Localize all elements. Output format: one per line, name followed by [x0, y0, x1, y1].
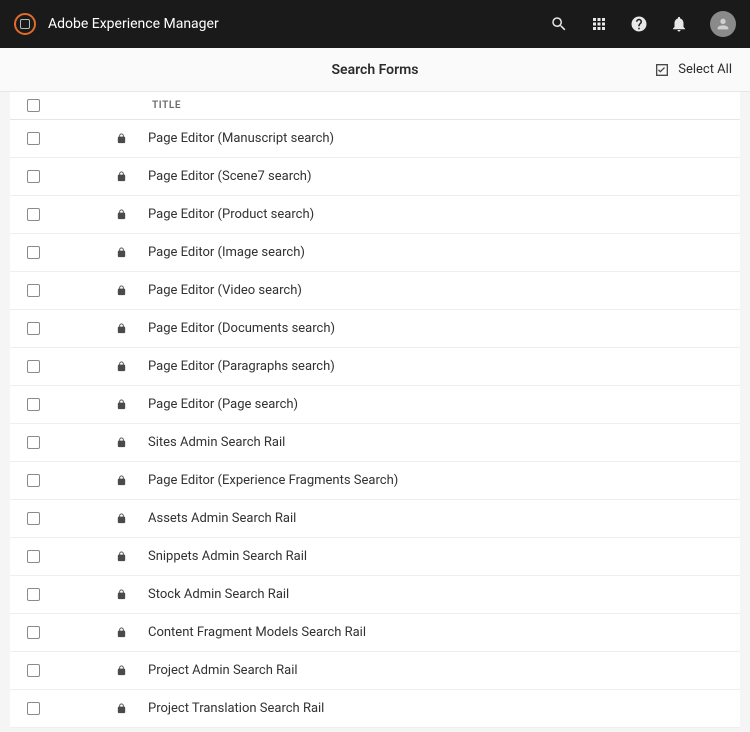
- lock-icon: [116, 247, 127, 258]
- row-title: Page Editor (Image search): [148, 245, 305, 260]
- search-icon[interactable]: [550, 15, 568, 33]
- table-row[interactable]: Project Admin Search Rail: [10, 652, 740, 690]
- select-all-button[interactable]: Select All: [654, 62, 732, 78]
- user-avatar-icon[interactable]: [710, 11, 736, 37]
- row-title: Page Editor (Experience Fragments Search…: [148, 473, 398, 488]
- lock-icon: [116, 209, 127, 220]
- table-row[interactable]: Page Editor (Documents search): [10, 310, 740, 348]
- row-checkbox[interactable]: [27, 474, 40, 487]
- header-checkbox[interactable]: [27, 99, 40, 112]
- row-title: Page Editor (Manuscript search): [148, 131, 334, 146]
- row-title: Assets Admin Search Rail: [148, 511, 296, 526]
- lock-icon: [116, 285, 127, 296]
- table-row[interactable]: Page Editor (Page search): [10, 386, 740, 424]
- help-icon[interactable]: [630, 15, 648, 33]
- lock-icon: [116, 133, 127, 144]
- lock-icon: [116, 665, 127, 676]
- row-title: Page Editor (Paragraphs search): [148, 359, 335, 374]
- row-checkbox[interactable]: [27, 284, 40, 297]
- app-name: Adobe Experience Manager: [48, 16, 219, 32]
- bell-icon[interactable]: [670, 15, 688, 33]
- row-title: Content Fragment Models Search Rail: [148, 625, 366, 640]
- row-checkbox[interactable]: [27, 170, 40, 183]
- table-row[interactable]: Snippets Admin Search Rail: [10, 538, 740, 576]
- lock-icon: [116, 323, 127, 334]
- table-row[interactable]: Page Editor (Paragraphs search): [10, 348, 740, 386]
- table-row[interactable]: Stock Admin Search Rail: [10, 576, 740, 614]
- row-title: Sites Admin Search Rail: [148, 435, 285, 450]
- row-checkbox[interactable]: [27, 550, 40, 563]
- row-title: Project Admin Search Rail: [148, 663, 298, 678]
- table-row[interactable]: Sites Admin Search Rail: [10, 424, 740, 462]
- row-checkbox[interactable]: [27, 208, 40, 221]
- row-checkbox[interactable]: [27, 512, 40, 525]
- row-title: Snippets Admin Search Rail: [148, 549, 307, 564]
- lock-icon: [116, 551, 127, 562]
- table-row[interactable]: Page Editor (Manuscript search): [10, 120, 740, 158]
- lock-icon: [116, 437, 127, 448]
- table-row[interactable]: Page Editor (Video search): [10, 272, 740, 310]
- lock-icon: [116, 627, 127, 638]
- topbar-actions: [550, 11, 736, 37]
- column-header-title: Title: [152, 100, 740, 111]
- global-topbar: Adobe Experience Manager: [0, 0, 750, 48]
- table-row[interactable]: Project Translation Search Rail: [10, 690, 740, 728]
- column-header-checkbox-cell: [10, 99, 56, 112]
- row-title: Page Editor (Page search): [148, 397, 298, 412]
- lock-icon: [116, 589, 127, 600]
- page-subbar: Search Forms Select All: [0, 48, 750, 92]
- lock-icon: [116, 513, 127, 524]
- table-row[interactable]: Page Editor (Scene7 search): [10, 158, 740, 196]
- select-all-label: Select All: [678, 62, 732, 77]
- row-checkbox[interactable]: [27, 360, 40, 373]
- lock-icon: [116, 475, 127, 486]
- row-checkbox[interactable]: [27, 246, 40, 259]
- row-title: Page Editor (Documents search): [148, 321, 335, 336]
- page-title: Search Forms: [332, 62, 419, 78]
- row-checkbox[interactable]: [27, 664, 40, 677]
- table-row[interactable]: Content Fragment Models Search Rail: [10, 614, 740, 652]
- rows-list: Page Editor (Manuscript search) Page Edit…: [10, 120, 740, 728]
- apps-grid-icon[interactable]: [590, 15, 608, 33]
- row-title: Page Editor (Video search): [148, 283, 302, 298]
- lock-icon: [116, 703, 127, 714]
- row-title: Stock Admin Search Rail: [148, 587, 289, 602]
- aem-logo-icon[interactable]: [14, 13, 36, 35]
- row-checkbox[interactable]: [27, 588, 40, 601]
- row-checkbox[interactable]: [27, 132, 40, 145]
- row-checkbox[interactable]: [27, 398, 40, 411]
- row-checkbox[interactable]: [27, 702, 40, 715]
- lock-icon: [116, 361, 127, 372]
- row-checkbox[interactable]: [27, 436, 40, 449]
- lock-icon: [116, 399, 127, 410]
- row-checkbox[interactable]: [27, 322, 40, 335]
- select-all-icon: [654, 62, 670, 78]
- column-header-row: Title: [10, 92, 740, 120]
- row-checkbox[interactable]: [27, 626, 40, 639]
- table-row[interactable]: Page Editor (Experience Fragments Search…: [10, 462, 740, 500]
- lock-icon: [116, 171, 127, 182]
- row-title: Page Editor (Product search): [148, 207, 314, 222]
- table-row[interactable]: Assets Admin Search Rail: [10, 500, 740, 538]
- row-title: Page Editor (Scene7 search): [148, 169, 311, 184]
- table-row[interactable]: Page Editor (Image search): [10, 234, 740, 272]
- row-title: Project Translation Search Rail: [148, 701, 324, 716]
- table-row[interactable]: Page Editor (Product search): [10, 196, 740, 234]
